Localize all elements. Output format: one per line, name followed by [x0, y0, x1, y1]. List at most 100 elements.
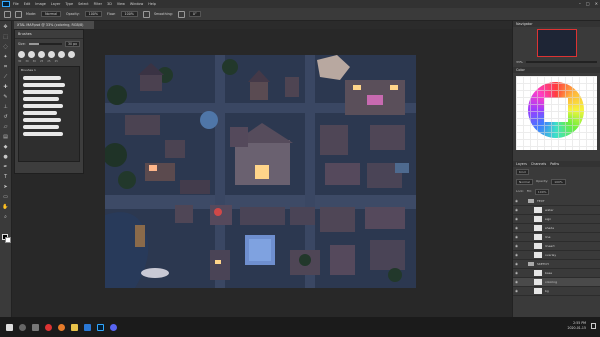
menu-window[interactable]: Window — [130, 2, 143, 6]
path-selection-tool-icon[interactable]: ➤ — [2, 183, 10, 191]
taskview-icon[interactable] — [32, 323, 39, 331]
brush-tip[interactable] — [38, 51, 45, 58]
clone-stamp-tool-icon[interactable]: ⊥ — [2, 103, 10, 111]
brush-tip[interactable] — [18, 51, 25, 58]
pen-tool-icon[interactable]: ✒ — [2, 163, 10, 171]
opacity-field[interactable]: 100% — [84, 11, 103, 17]
menu-layer[interactable]: Layer — [51, 2, 60, 6]
menu-3d[interactable]: 3D — [107, 2, 112, 6]
navigator-zoom-slider[interactable] — [525, 61, 597, 63]
menu-edit[interactable]: Edit — [24, 2, 31, 6]
color-panel-title[interactable]: Color — [513, 67, 600, 73]
eraser-tool-icon[interactable]: ▱ — [2, 123, 10, 131]
shape-tool-icon[interactable]: ▭ — [2, 193, 10, 201]
visibility-eye-icon[interactable]: ◉ — [515, 244, 520, 248]
visibility-eye-icon[interactable]: ◉ — [515, 226, 520, 230]
visibility-eye-icon[interactable]: ◉ — [515, 289, 520, 293]
flow-field[interactable]: 100% — [120, 11, 138, 17]
brush-stroke-preview[interactable] — [23, 111, 57, 115]
layer-row-selected[interactable]: ◉ coloring — [513, 278, 600, 287]
brush-stroke-preview[interactable] — [23, 132, 63, 136]
visibility-eye-icon[interactable]: ◉ — [515, 235, 520, 239]
visibility-eye-icon[interactable]: ◉ — [515, 199, 520, 203]
navigator-zoom-value[interactable]: 33% — [516, 60, 523, 64]
brush-tip[interactable] — [48, 51, 55, 58]
hand-tool-icon[interactable]: ✋ — [2, 203, 10, 211]
menu-image[interactable]: Image — [35, 2, 46, 6]
menu-help[interactable]: Help — [148, 2, 156, 6]
background-color-swatch[interactable] — [5, 237, 11, 243]
brush-tool-icon[interactable]: ✎ — [2, 93, 10, 101]
firefox-icon[interactable] — [58, 323, 65, 331]
brush-tool-preset-icon[interactable] — [4, 10, 11, 18]
layer-row[interactable]: ◉ overlay — [513, 251, 600, 260]
brush-tip[interactable] — [68, 51, 75, 58]
navigator-preview[interactable] — [537, 29, 577, 57]
layer-row[interactable]: ◉ lineart — [513, 242, 600, 251]
brush-tip[interactable] — [28, 51, 35, 58]
visibility-eye-icon[interactable]: ◉ — [515, 208, 520, 212]
lasso-tool-icon[interactable]: ◌ — [2, 43, 10, 51]
layer-group-row[interactable]: ◉ SKETCH — [513, 260, 600, 269]
visibility-eye-icon[interactable]: ◉ — [515, 262, 520, 266]
chrome-icon[interactable] — [45, 323, 52, 331]
healing-tool-icon[interactable]: ✚ — [2, 83, 10, 91]
close-button[interactable]: ✕ — [595, 0, 598, 8]
navigator-panel-title[interactable]: Navigator — [513, 21, 600, 27]
minimize-button[interactable]: – — [579, 0, 581, 8]
layer-fill-field[interactable]: 100% — [534, 189, 550, 195]
layer-opacity-field[interactable]: 100% — [551, 179, 566, 185]
notification-icon[interactable] — [591, 323, 596, 329]
angle-field[interactable]: 0° — [188, 11, 201, 17]
brush-list[interactable]: Brushes 1 — [18, 66, 80, 162]
layer-row[interactable]: ◉ base — [513, 269, 600, 278]
crop-tool-icon[interactable]: ⌗ — [2, 63, 10, 71]
move-tool-icon[interactable]: ✥ — [2, 23, 10, 31]
brush-stroke-preview[interactable] — [23, 104, 63, 108]
brush-stroke-preview[interactable] — [23, 83, 65, 87]
layer-row[interactable]: ◉ shade — [513, 224, 600, 233]
smoothing-options-icon[interactable] — [177, 10, 185, 18]
layer-group-row[interactable]: ◉ TEXT — [513, 197, 600, 206]
tab-paths[interactable]: Paths — [550, 162, 559, 166]
layer-row[interactable]: ◉ water — [513, 206, 600, 215]
system-clock[interactable]: 2:55 PM 2020-01-15 — [567, 321, 586, 331]
brush-stroke-preview[interactable] — [23, 125, 59, 129]
document-canvas[interactable] — [105, 55, 416, 288]
mode-select[interactable]: Normal — [41, 11, 62, 17]
marquee-tool-icon[interactable]: ⬚ — [2, 33, 10, 41]
store-icon[interactable] — [84, 323, 91, 331]
layer-row[interactable]: ◉ sign — [513, 215, 600, 224]
maximize-button[interactable]: □ — [586, 0, 590, 8]
photoshop-icon[interactable] — [97, 323, 104, 331]
menu-select[interactable]: Select — [78, 2, 88, 6]
brush-size-field[interactable]: 30 px — [65, 41, 80, 47]
menu-file[interactable]: File — [13, 2, 19, 6]
search-icon[interactable] — [19, 323, 26, 331]
history-brush-tool-icon[interactable]: ↺ — [2, 113, 10, 121]
visibility-eye-icon[interactable]: ◉ — [515, 217, 520, 221]
layer-kind-filter[interactable]: Kind — [516, 169, 529, 175]
document-tab[interactable]: XTAL MAP.psd @ 33% (coloring, RGB/8) — [14, 21, 94, 29]
discord-icon[interactable] — [110, 323, 117, 331]
type-tool-icon[interactable]: T — [2, 173, 10, 181]
magic-wand-tool-icon[interactable]: ✦ — [2, 53, 10, 61]
brush-group-label[interactable]: Brushes 1 — [19, 67, 79, 73]
brush-stroke-preview[interactable] — [23, 118, 61, 122]
brush-stroke-preview[interactable] — [23, 76, 61, 80]
visibility-eye-icon[interactable]: ◉ — [515, 253, 520, 257]
brush-tip[interactable] — [58, 51, 65, 58]
visibility-eye-icon[interactable]: ◉ — [515, 271, 520, 275]
visibility-eye-icon[interactable]: ◉ — [515, 280, 520, 284]
blur-tool-icon[interactable]: ◆ — [2, 143, 10, 151]
brush-settings-icon[interactable] — [15, 10, 22, 18]
dodge-tool-icon[interactable]: ● — [2, 153, 10, 161]
menu-filter[interactable]: Filter — [94, 2, 102, 6]
explorer-icon[interactable] — [71, 323, 78, 331]
tab-layers[interactable]: Layers — [516, 162, 527, 166]
zoom-tool-icon[interactable]: ⌕ — [2, 213, 10, 221]
tab-channels[interactable]: Channels — [531, 162, 546, 166]
layer-blend-mode[interactable]: Normal — [516, 179, 533, 185]
layer-row[interactable]: ◉ line — [513, 233, 600, 242]
airbrush-icon[interactable] — [142, 10, 150, 18]
